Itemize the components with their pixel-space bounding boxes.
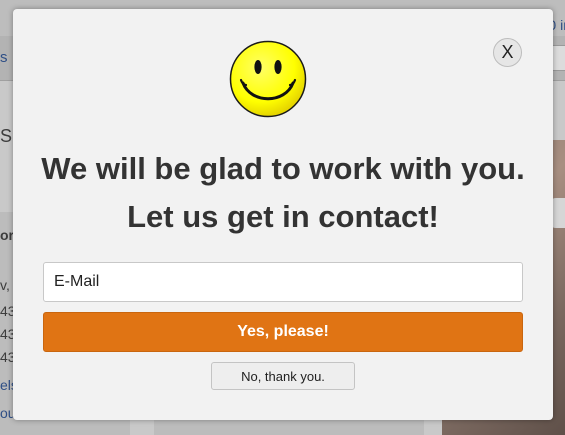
background-heading: S: [0, 126, 13, 146]
background-left-line: v,: [0, 277, 10, 293]
smiley-face-icon: [229, 40, 307, 118]
decline-button[interactable]: No, thank you.: [211, 362, 355, 390]
modal-headline: We will be glad to work with you. Let us…: [41, 151, 525, 234]
background-left-title: or: [0, 227, 14, 243]
background-search-box: [552, 45, 565, 71]
background-nav-item: s: [0, 49, 8, 66]
close-button[interactable]: X: [493, 38, 522, 67]
contact-modal: X We will be glad to work with you. Let …: [13, 9, 553, 420]
accept-button[interactable]: Yes, please!: [43, 312, 523, 352]
email-field[interactable]: [43, 262, 523, 302]
background-middle-column: [154, 420, 424, 435]
